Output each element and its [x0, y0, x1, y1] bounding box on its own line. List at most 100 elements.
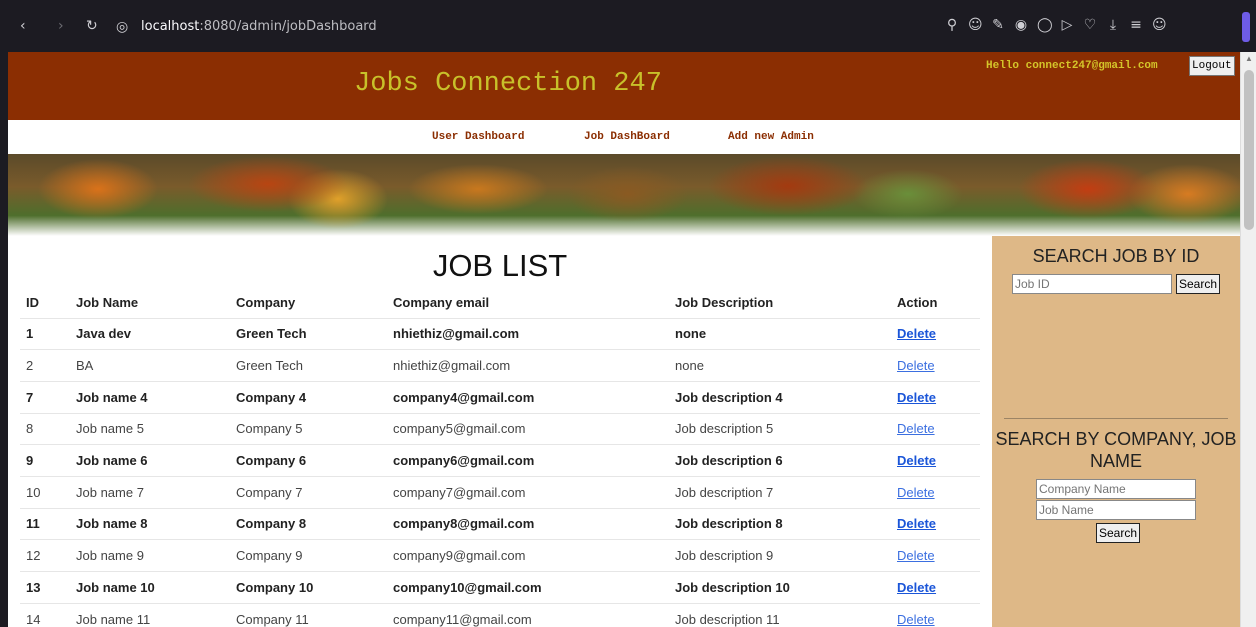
- company-name-input[interactable]: [1036, 479, 1196, 499]
- column-header: ID: [20, 288, 70, 319]
- email-cell: company10@gmail.com: [387, 571, 669, 604]
- description-cell: Job description 11: [669, 603, 891, 627]
- menu-icon[interactable]: ≡: [1129, 17, 1143, 33]
- delete-link[interactable]: Delete: [891, 539, 980, 572]
- delete-link[interactable]: Delete: [891, 571, 980, 604]
- email-cell: nhiethiz@gmail.com: [387, 349, 669, 382]
- column-header: Company email: [387, 288, 669, 319]
- job-name-cell: Job name 11: [70, 603, 230, 627]
- heart-icon[interactable]: ♡: [1083, 17, 1097, 33]
- company-cell: Company 7: [230, 476, 387, 509]
- camera-icon[interactable]: ◉: [1014, 17, 1028, 33]
- description-cell: Job description 6: [669, 444, 891, 477]
- sidebar-divider: [1004, 418, 1228, 419]
- description-cell: Job description 4: [669, 381, 891, 414]
- table-row: 14 Job name 11 Company 11 company11@gmail.c…: [20, 603, 980, 627]
- delete-link[interactable]: Delete: [891, 603, 980, 627]
- delete-link[interactable]: Delete: [891, 508, 980, 541]
- description-cell: none: [669, 318, 891, 351]
- site-header: Jobs Connection 247 Hello connect247@gma…: [8, 52, 1240, 120]
- company-cell: Company 4: [230, 381, 387, 414]
- table-header-row: ID Job Name Company Company email Job De…: [20, 288, 980, 319]
- description-cell: Job description 8: [669, 508, 891, 541]
- delete-link[interactable]: Delete: [891, 413, 980, 446]
- play-icon[interactable]: ▷: [1060, 17, 1074, 33]
- nav-add-admin[interactable]: Add new Admin: [728, 131, 814, 143]
- company-cell: Green Tech: [230, 318, 387, 351]
- logout-button[interactable]: Logout: [1189, 56, 1235, 76]
- job-id-cell: 10: [20, 476, 70, 509]
- email-cell: company6@gmail.com: [387, 444, 669, 477]
- job-id-cell: 12: [20, 539, 70, 572]
- description-cell: Job description 5: [669, 413, 891, 446]
- company-cell: Green Tech: [230, 349, 387, 382]
- site-title: Jobs Connection 247: [354, 69, 662, 99]
- sidebar-toggle[interactable]: [1242, 12, 1250, 42]
- company-cell: Company 5: [230, 413, 387, 446]
- nav-user-dashboard[interactable]: User Dashboard: [432, 131, 524, 143]
- back-icon[interactable]: ‹: [20, 18, 26, 34]
- email-cell: company9@gmail.com: [387, 539, 669, 572]
- table-row: 7 Job name 4 Company 4 company4@gmail.com Jo…: [20, 381, 980, 414]
- search-by-company-button[interactable]: Search: [1096, 523, 1141, 543]
- job-name-cell: Job name 4: [70, 381, 230, 414]
- browser-toolbar: ‹ › ↻ ◎ localhost:8080/admin/jobDashboar…: [0, 0, 1256, 52]
- job-name-cell: Job name 5: [70, 413, 230, 446]
- delete-link[interactable]: Delete: [891, 444, 980, 477]
- delete-link[interactable]: Delete: [891, 476, 980, 509]
- autumn-leaves-banner: [8, 154, 1240, 236]
- search-by-id-button[interactable]: Search: [1176, 274, 1221, 294]
- page-scrollbar[interactable]: ▲: [1240, 52, 1256, 627]
- table-row: 13 Job name 10 Company 10 company10@gmail.c…: [20, 571, 980, 604]
- job-id-cell: 11: [20, 508, 70, 541]
- company-cell: Company 8: [230, 508, 387, 541]
- company-cell: Company 9: [230, 539, 387, 572]
- job-name-cell: Job name 8: [70, 508, 230, 541]
- company-cell: Company 6: [230, 444, 387, 477]
- scrollbar-thumb[interactable]: [1244, 70, 1254, 230]
- email-cell: company7@gmail.com: [387, 476, 669, 509]
- address-bar[interactable]: localhost:8080/admin/jobDashboard: [141, 19, 377, 34]
- company-cell: Company 10: [230, 571, 387, 604]
- job-name-cell: Job name 10: [70, 571, 230, 604]
- job-name-input[interactable]: [1036, 500, 1196, 520]
- table-row: 12 Job name 9 Company 9 company9@gmail.com J…: [20, 539, 980, 572]
- reload-icon[interactable]: ↻: [86, 18, 98, 34]
- scroll-up-icon[interactable]: ▲: [1245, 54, 1253, 63]
- shield-icon[interactable]: ◯: [1037, 17, 1053, 33]
- page-viewport: Jobs Connection 247 Hello connect247@gma…: [8, 52, 1240, 627]
- search-by-id-title: SEARCH JOB BY ID: [1032, 246, 1200, 266]
- job-id-cell: 8: [20, 413, 70, 446]
- description-cell: Job description 7: [669, 476, 891, 509]
- smile-icon[interactable]: ☺: [968, 17, 983, 33]
- url-host: localhost: [141, 19, 200, 34]
- table-row: 10 Job name 7 Company 7 company7@gmail.com J…: [20, 476, 980, 509]
- job-name-cell: Job name 6: [70, 444, 230, 477]
- delete-link[interactable]: Delete: [891, 318, 980, 351]
- search-icon[interactable]: ⚲: [945, 17, 959, 33]
- job-name-cell: Job name 9: [70, 539, 230, 572]
- email-cell: nhiethiz@gmail.com: [387, 318, 669, 351]
- account-icon[interactable]: ☺: [1152, 17, 1167, 33]
- edit-icon[interactable]: ✎: [991, 17, 1005, 33]
- job-id-cell: 1: [20, 318, 70, 351]
- job-id-cell: 13: [20, 571, 70, 604]
- email-cell: company4@gmail.com: [387, 381, 669, 414]
- column-header: Job Description: [669, 288, 891, 319]
- main-nav: User Dashboard Job DashBoard Add new Adm…: [8, 120, 1240, 154]
- column-header: Action: [891, 288, 980, 319]
- user-greeting: Hello connect247@gmail.com: [986, 60, 1158, 72]
- forward-icon[interactable]: ›: [58, 18, 64, 34]
- delete-link[interactable]: Delete: [891, 381, 980, 414]
- url-path: :8080/admin/jobDashboard: [199, 19, 377, 34]
- nav-job-dashboard[interactable]: Job DashBoard: [584, 131, 670, 143]
- column-header: Company: [230, 288, 387, 319]
- download-icon[interactable]: ⤓: [1106, 17, 1120, 33]
- job-name-cell: Job name 7: [70, 476, 230, 509]
- column-header: Job Name: [70, 288, 230, 319]
- delete-link[interactable]: Delete: [891, 349, 980, 382]
- job-id-input[interactable]: [1012, 274, 1172, 294]
- email-cell: company8@gmail.com: [387, 508, 669, 541]
- search-by-company-title: SEARCH BY COMPANY, JOB NAME: [995, 429, 1237, 471]
- job-id-cell: 2: [20, 349, 70, 382]
